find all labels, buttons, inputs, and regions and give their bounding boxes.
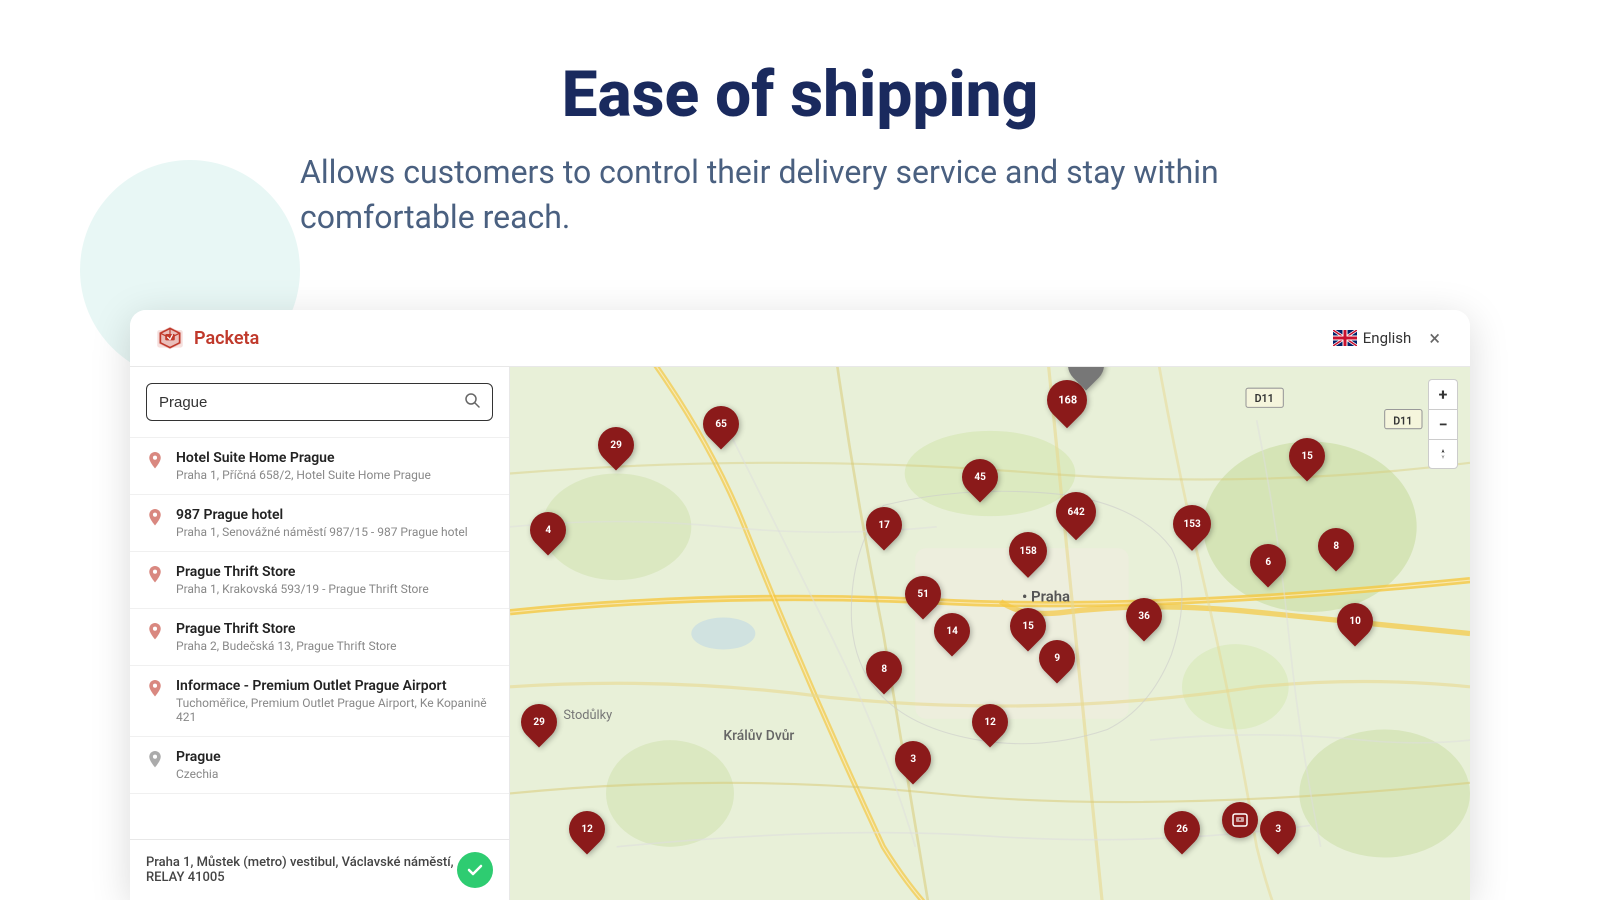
map-pin[interactable]: 153 bbox=[1173, 505, 1211, 543]
packeta-locker-icon[interactable] bbox=[1222, 802, 1258, 838]
location-name: Prague bbox=[176, 749, 493, 765]
packeta-logo: Packeta bbox=[154, 322, 259, 354]
widget-body: Hotel Suite Home Prague Praha 1, Příčná … bbox=[130, 367, 1470, 900]
location-info: 987 Prague hotel Praha 1, Senovážné námě… bbox=[176, 507, 493, 539]
map-pin[interactable]: 36 bbox=[1126, 598, 1162, 634]
location-pin-icon bbox=[146, 623, 164, 641]
location-pin-icon-gray bbox=[146, 751, 164, 769]
location-pin-icon bbox=[146, 680, 164, 698]
map-pin[interactable]: 29 bbox=[598, 427, 634, 463]
location-info: Hotel Suite Home Prague Praha 1, Příčná … bbox=[176, 450, 493, 482]
map-pin-gray[interactable] bbox=[1068, 367, 1104, 383]
search-input-wrapper bbox=[146, 383, 493, 421]
search-input[interactable] bbox=[159, 394, 464, 411]
svg-text:Králův Dvůr: Králův Dvůr bbox=[723, 728, 794, 744]
selected-location-address: Praha 1, Můstek (metro) vestibul, Václav… bbox=[146, 855, 457, 885]
location-info: Prague Czechia bbox=[176, 749, 493, 781]
svg-text:Stodůlky: Stodůlky bbox=[563, 708, 612, 723]
map-pin[interactable]: 65 bbox=[703, 406, 739, 442]
location-pin-icon bbox=[146, 452, 164, 470]
map-panel[interactable]: D11 D11 Králův Dvůr • Praha Stodůlky 29 … bbox=[510, 367, 1470, 900]
map-pin[interactable]: 6 bbox=[1250, 544, 1286, 580]
widget-header: Packeta English × bbox=[130, 310, 1470, 367]
search-box bbox=[130, 367, 509, 438]
svg-text:D11: D11 bbox=[1393, 414, 1412, 427]
map-pin[interactable]: 29 bbox=[521, 704, 557, 740]
map-controls: + − bbox=[1428, 379, 1458, 469]
list-item[interactable]: Prague Czechia bbox=[130, 737, 509, 794]
packeta-icon bbox=[154, 322, 186, 354]
checkmark-icon bbox=[465, 860, 485, 880]
map-pin[interactable]: 642 bbox=[1056, 492, 1096, 532]
map-pin[interactable]: 158 bbox=[1009, 532, 1047, 570]
map-pin[interactable]: 9 bbox=[1039, 640, 1075, 676]
list-item[interactable]: Hotel Suite Home Prague Praha 1, Příčná … bbox=[130, 438, 509, 495]
location-address: Praha 1, Příčná 658/2, Hotel Suite Home … bbox=[176, 468, 493, 482]
reset-bearing-button[interactable] bbox=[1428, 439, 1458, 469]
map-pin[interactable]: 8 bbox=[866, 651, 902, 687]
map-pin[interactable]: 3 bbox=[1260, 811, 1296, 847]
location-list: Hotel Suite Home Prague Praha 1, Příčná … bbox=[130, 438, 509, 839]
location-pin-icon bbox=[146, 566, 164, 584]
hero-subtitle: Allows customers to control their delive… bbox=[200, 150, 1400, 240]
language-label: English bbox=[1363, 329, 1412, 347]
location-pin-icon bbox=[146, 509, 164, 527]
list-item[interactable]: Prague Thrift Store Praha 1, Krakovská 5… bbox=[130, 552, 509, 609]
close-button[interactable]: × bbox=[1423, 324, 1446, 352]
location-address: Praha 1, Krakovská 593/19 - Prague Thrif… bbox=[176, 582, 493, 596]
map-pin[interactable]: 10 bbox=[1337, 603, 1373, 639]
location-info: Prague Thrift Store Praha 1, Krakovská 5… bbox=[176, 564, 493, 596]
map-pin[interactable]: 12 bbox=[569, 811, 605, 847]
svg-text:• Praha: • Praha bbox=[1022, 588, 1070, 606]
location-address: Praha 2, Budečská 13, Prague Thrift Stor… bbox=[176, 639, 493, 653]
list-item[interactable]: 987 Prague hotel Praha 1, Senovážné námě… bbox=[130, 495, 509, 552]
map-pin[interactable]: 51 bbox=[905, 576, 941, 612]
compass-icon bbox=[1436, 447, 1450, 461]
bottom-bar: Praha 1, Můstek (metro) vestibul, Václav… bbox=[130, 839, 509, 900]
map-pin[interactable]: 4 bbox=[530, 512, 566, 548]
location-address: Praha 1, Senovážné náměstí 987/15 - 987 … bbox=[176, 525, 493, 539]
map-background: D11 D11 Králův Dvůr • Praha Stodůlky bbox=[510, 367, 1470, 900]
list-item[interactable]: Prague Thrift Store Praha 2, Budečská 13… bbox=[130, 609, 509, 666]
map-pin[interactable]: 26 bbox=[1164, 811, 1200, 847]
location-name: Prague Thrift Store bbox=[176, 621, 493, 637]
left-panel: Hotel Suite Home Prague Praha 1, Příčná … bbox=[130, 367, 510, 900]
uk-flag-icon bbox=[1333, 330, 1357, 346]
locker-icon bbox=[1230, 810, 1250, 830]
language-selector[interactable]: English bbox=[1333, 329, 1412, 347]
map-pin[interactable]: 168 bbox=[1047, 380, 1087, 420]
location-name: Hotel Suite Home Prague bbox=[176, 450, 493, 466]
location-address: Tuchoměřice, Premium Outlet Prague Airpo… bbox=[176, 696, 493, 724]
location-info: Prague Thrift Store Praha 2, Budečská 13… bbox=[176, 621, 493, 653]
packeta-logo-text: Packeta bbox=[194, 328, 259, 349]
map-pin[interactable]: 12 bbox=[972, 704, 1008, 740]
map-pin[interactable]: 45 bbox=[962, 459, 998, 495]
zoom-out-button[interactable]: − bbox=[1428, 409, 1458, 439]
location-name: Prague Thrift Store bbox=[176, 564, 493, 580]
zoom-in-button[interactable]: + bbox=[1428, 379, 1458, 409]
location-address: Czechia bbox=[176, 767, 493, 781]
select-button[interactable] bbox=[457, 852, 493, 888]
map-pin[interactable]: 8 bbox=[1318, 528, 1354, 564]
list-item[interactable]: Informace - Premium Outlet Prague Airpor… bbox=[130, 666, 509, 737]
location-name: 987 Prague hotel bbox=[176, 507, 493, 523]
subtitle-line2: comfortable reach. bbox=[300, 198, 570, 236]
map-pin[interactable]: 17 bbox=[866, 507, 902, 543]
hero-section: Ease of shipping Allows customers to con… bbox=[0, 0, 1600, 270]
search-icon bbox=[464, 392, 480, 412]
map-pin[interactable]: 15 bbox=[1289, 438, 1325, 474]
location-name: Informace - Premium Outlet Prague Airpor… bbox=[176, 678, 493, 694]
packeta-widget: Packeta English × bbox=[130, 310, 1470, 900]
header-right: English × bbox=[1333, 324, 1446, 352]
subtitle-line1: Allows customers to control their delive… bbox=[300, 153, 1219, 191]
location-info: Informace - Premium Outlet Prague Airpor… bbox=[176, 678, 493, 724]
page-title: Ease of shipping bbox=[200, 60, 1400, 130]
map-pin[interactable]: 14 bbox=[934, 613, 970, 649]
map-pin[interactable]: 3 bbox=[895, 741, 931, 777]
map-pin[interactable]: 15 bbox=[1010, 608, 1046, 644]
svg-text:D11: D11 bbox=[1255, 392, 1274, 405]
